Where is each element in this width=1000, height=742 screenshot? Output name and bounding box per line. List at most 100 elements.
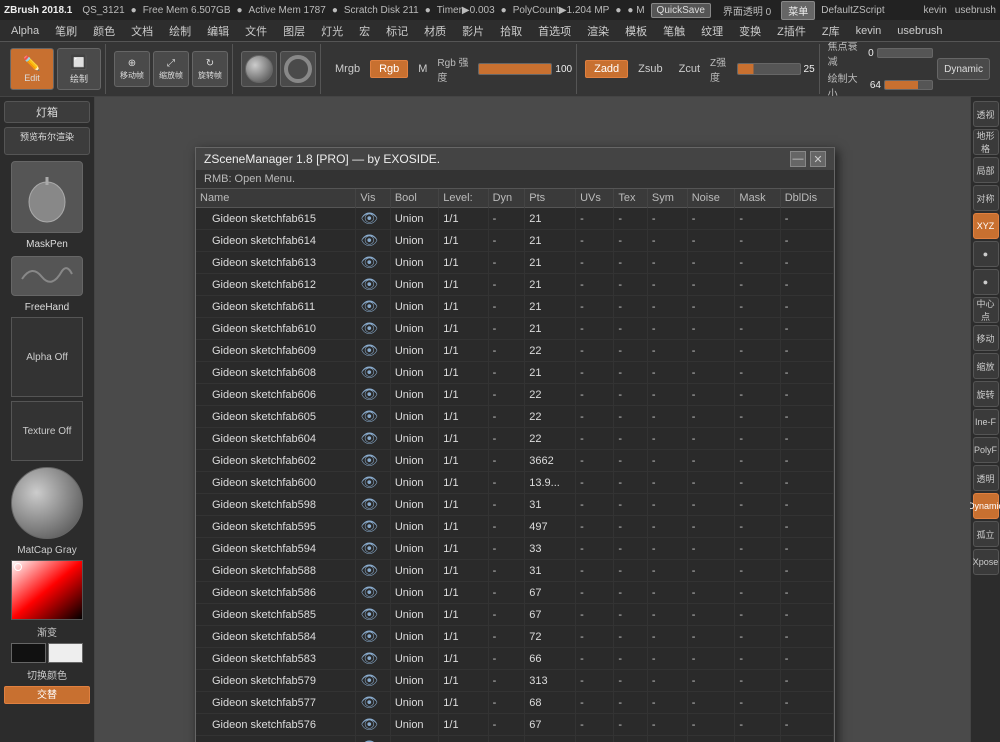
menu-item-kevin[interactable]: kevin [849, 23, 889, 39]
row-vis[interactable]: 👁 [356, 648, 390, 670]
menu-item-图层[interactable]: 图层 [276, 21, 312, 41]
col-header-mask[interactable]: Mask [735, 189, 780, 208]
table-row[interactable]: Gideon sketchfab588👁Union1/1-31------ [196, 560, 834, 582]
row-vis[interactable]: 👁 [356, 626, 390, 648]
col-header-vis[interactable]: Vis [356, 189, 390, 208]
menu-item-拾取[interactable]: 拾取 [493, 21, 529, 41]
row-vis[interactable]: 👁 [356, 494, 390, 516]
col-header-bool[interactable]: Bool [390, 189, 438, 208]
col-header-noise[interactable]: Noise [687, 189, 735, 208]
table-row[interactable]: Gideon sketchfab615👁Union1/1-21------ [196, 208, 834, 230]
table-row[interactable]: Gideon sketchfab610👁Union1/1-21------ [196, 318, 834, 340]
draw-size-slider[interactable] [884, 80, 933, 90]
rgb-intensity-slider[interactable] [478, 63, 552, 75]
row-vis[interactable]: 👁 [356, 604, 390, 626]
row-vis[interactable]: 👁 [356, 670, 390, 692]
switch-button[interactable]: 交替 [4, 686, 90, 704]
table-row[interactable]: Gideon sketchfab613👁Union1/1-21------ [196, 252, 834, 274]
table-row[interactable]: Gideon sketchfab577👁Union1/1-68------ [196, 692, 834, 714]
table-row[interactable]: Gideon sketchfab574👁Union1/1-502------ [196, 736, 834, 742]
menu-item-灯光[interactable]: 灯光 [314, 21, 350, 41]
mrgb-button[interactable]: Mrgb [329, 61, 366, 77]
row-vis[interactable]: 👁 [356, 318, 390, 340]
right-panel-btn-旋转[interactable]: 旋转 [973, 381, 999, 407]
menu-item-z库[interactable]: Z库 [815, 21, 847, 41]
menu-item-笔刷[interactable]: 笔刷 [48, 21, 84, 41]
col-header-dbldis[interactable]: DblDis [780, 189, 833, 208]
table-row[interactable]: Gideon sketchfab614👁Union1/1-21------ [196, 230, 834, 252]
right-panel-btn-透明[interactable]: 透明 [973, 465, 999, 491]
col-header-level[interactable]: Level: [439, 189, 488, 208]
row-vis[interactable]: 👁 [356, 340, 390, 362]
menu-item-笔触[interactable]: 笔触 [656, 21, 692, 41]
menu-item-材质[interactable]: 材质 [417, 21, 453, 41]
table-row[interactable]: Gideon sketchfab585👁Union1/1-67------ [196, 604, 834, 626]
alpha-off-button[interactable]: Alpha Off [11, 317, 83, 397]
swatch-black[interactable] [11, 643, 46, 663]
row-vis[interactable]: 👁 [356, 472, 390, 494]
right-panel-btn-透视[interactable]: 透视 [973, 101, 999, 127]
row-vis[interactable]: 👁 [356, 252, 390, 274]
zcut-button[interactable]: Zcut [673, 61, 706, 77]
quicksave-button[interactable]: QuickSave [651, 3, 711, 18]
table-row[interactable]: Gideon sketchfab605👁Union1/1-22------ [196, 406, 834, 428]
preview-button[interactable]: 预览布尔渲染 [4, 127, 90, 155]
menu-item-标记[interactable]: 标记 [379, 21, 415, 41]
right-panel-btn-●[interactable]: ● [973, 269, 999, 295]
right-panel-btn-缩放[interactable]: 缩放 [973, 353, 999, 379]
scene-table-container[interactable]: NameVisBoolLevel:DynPtsUVsTexSymNoiseMas… [196, 189, 834, 742]
table-row[interactable]: Gideon sketchfab579👁Union1/1-313------ [196, 670, 834, 692]
zsub-button[interactable]: Zsub [632, 61, 668, 77]
row-vis[interactable]: 👁 [356, 230, 390, 252]
table-row[interactable]: Gideon sketchfab594👁Union1/1-33------ [196, 538, 834, 560]
draw-button[interactable]: 🔲 绘制 [57, 48, 101, 90]
dialog-minimize-button[interactable]: — [790, 151, 806, 167]
right-panel-btn-中心点[interactable]: 中心点 [973, 297, 999, 323]
lightbox-button[interactable]: 灯箱 [4, 101, 90, 123]
right-panel-btn-局部[interactable]: 局部 [973, 157, 999, 183]
menu-item-模板[interactable]: 模板 [618, 21, 654, 41]
matcap-preview[interactable] [11, 467, 83, 539]
m-button[interactable]: M [412, 61, 433, 77]
row-vis[interactable]: 👁 [356, 274, 390, 296]
swatch-white[interactable] [48, 643, 83, 663]
row-vis[interactable]: 👁 [356, 406, 390, 428]
row-vis[interactable]: 👁 [356, 582, 390, 604]
menu-item-宏[interactable]: 宏 [352, 21, 377, 41]
menu-item-纹理[interactable]: 纹理 [694, 21, 730, 41]
right-panel-btn-xyz[interactable]: XYZ [973, 213, 999, 239]
z-intensity-slider[interactable] [737, 63, 801, 75]
row-vis[interactable]: 👁 [356, 384, 390, 406]
col-header-name[interactable]: Name [196, 189, 356, 208]
table-row[interactable]: Gideon sketchfab612👁Union1/1-21------ [196, 274, 834, 296]
menu-item-颜色[interactable]: 颜色 [86, 21, 122, 41]
menu-item-影片[interactable]: 影片 [455, 21, 491, 41]
menu-button[interactable]: 菜单 [781, 1, 815, 20]
menu-item-usebrush[interactable]: usebrush [890, 23, 949, 39]
menu-item-文档[interactable]: 文档 [124, 21, 160, 41]
right-panel-btn-xpose[interactable]: Xpose [973, 549, 999, 575]
row-vis[interactable]: 👁 [356, 362, 390, 384]
menu-item-首选项[interactable]: 首选项 [531, 21, 578, 41]
dialog-close-button[interactable]: ✕ [810, 151, 826, 167]
right-panel-btn-dynamic[interactable]: Dynamic [973, 493, 999, 519]
row-vis[interactable]: 👁 [356, 516, 390, 538]
table-row[interactable]: Gideon sketchfab604👁Union1/1-22------ [196, 428, 834, 450]
table-row[interactable]: Gideon sketchfab611👁Union1/1-21------ [196, 296, 834, 318]
col-header-tex[interactable]: Tex [614, 189, 648, 208]
table-row[interactable]: Gideon sketchfab586👁Union1/1-67------ [196, 582, 834, 604]
menu-item-编辑[interactable]: 编辑 [200, 21, 236, 41]
focal-slider[interactable] [877, 48, 933, 58]
rotate-button[interactable]: ↻ 旋转帧 [192, 51, 228, 87]
menu-item-绘制[interactable]: 绘制 [162, 21, 198, 41]
texture-off-button[interactable]: Texture Off [11, 401, 83, 461]
table-row[interactable]: Gideon sketchfab608👁Union1/1-21------ [196, 362, 834, 384]
right-panel-btn-polyf[interactable]: PolyF [973, 437, 999, 463]
right-panel-btn-地形格[interactable]: 地形格 [973, 129, 999, 155]
menu-item-渲染[interactable]: 渲染 [580, 21, 616, 41]
table-row[interactable]: Gideon sketchfab606👁Union1/1-22------ [196, 384, 834, 406]
row-vis[interactable]: 👁 [356, 296, 390, 318]
row-vis[interactable]: 👁 [356, 208, 390, 230]
row-vis[interactable]: 👁 [356, 450, 390, 472]
dynamic-button[interactable]: Dynamic [937, 58, 990, 80]
